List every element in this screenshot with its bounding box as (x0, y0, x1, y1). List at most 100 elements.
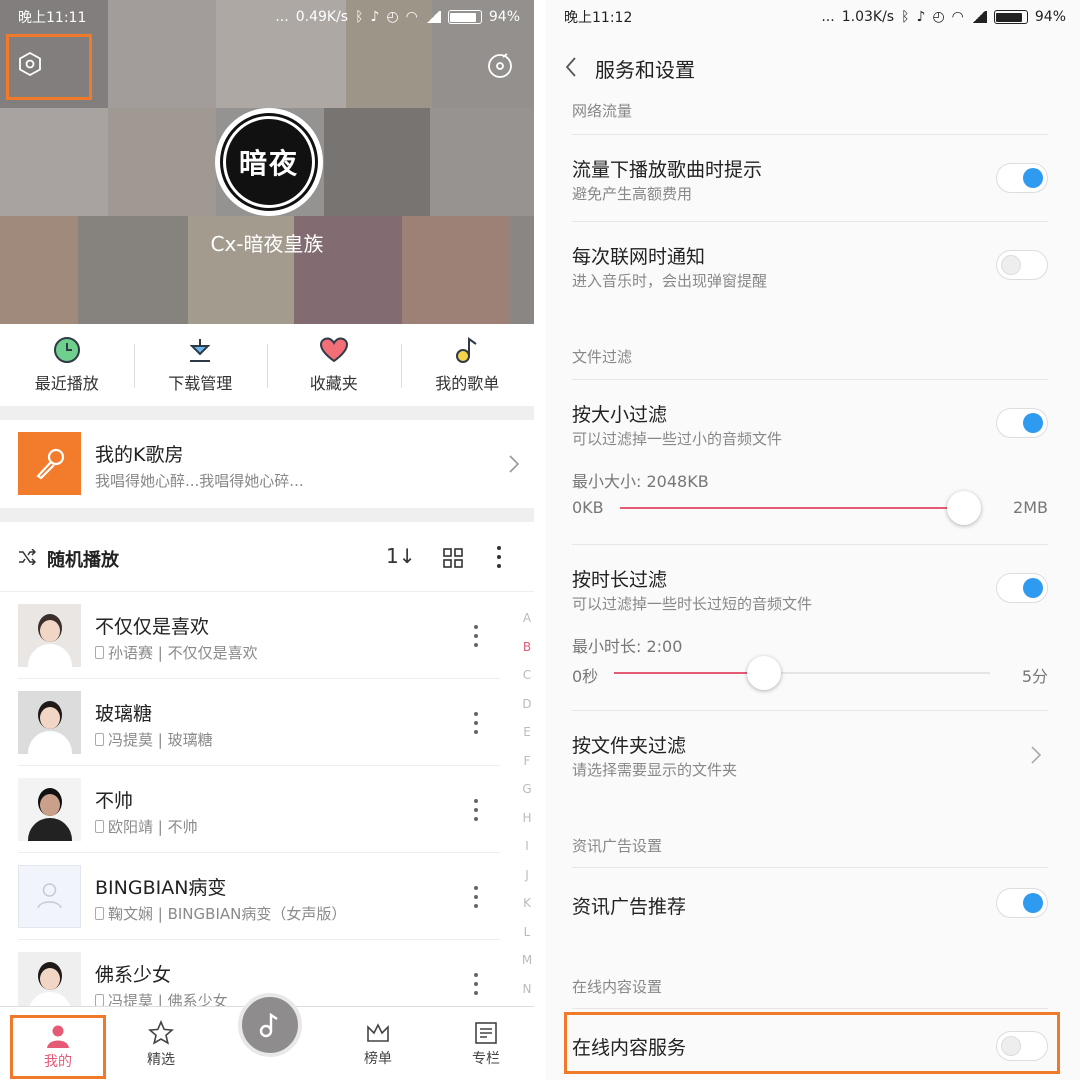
signal-icon (970, 11, 987, 23)
slider-thumb[interactable] (747, 656, 782, 690)
alphabet-letter[interactable]: J (525, 861, 529, 890)
slider-max-label: 5分 (1021, 667, 1048, 686)
setting-duration-filter[interactable]: 按时长过滤 可以过滤掉一些时长过短的音频文件 最小时长: 2:00 0秒 5分 (572, 544, 1048, 710)
alphabet-letter[interactable]: C (523, 661, 531, 690)
page-title: 服务和设置 (595, 58, 695, 82)
section-online: 在线内容设置 (572, 978, 663, 996)
song-row[interactable]: BINGBIAN病变 鞠文娴 | BINGBIAN病变（女声版） (0, 853, 534, 940)
setting-folder-filter[interactable]: 按文件夹过滤 请选择需要显示的文件夹 (572, 710, 1048, 796)
recent-play-button[interactable]: 最近播放 (0, 324, 134, 406)
more-vertical-icon[interactable] (470, 798, 482, 822)
disc-icon (488, 53, 512, 78)
profile-header: 晚上11:11 ... 0.49K/s ᛒ ♪ ◴ ◠ 94% 暗夜 Cx-暗夜… (0, 0, 534, 324)
traffic-prompt-toggle[interactable] (996, 163, 1048, 193)
k-song-room[interactable]: 我的K歌房 我唱得她心醉...我唱得她心碎... (0, 420, 534, 508)
favorites-button[interactable]: 收藏夹 (267, 324, 401, 406)
song-cover-placeholder (18, 865, 81, 928)
song-title: 不仅仅是喜欢 (95, 616, 210, 638)
alphabet-letter[interactable]: N (523, 975, 532, 1004)
alphabet-letter[interactable]: I (525, 832, 529, 861)
min-size-slider[interactable]: 0KB 2MB (572, 490, 1048, 526)
setting-title: 按文件夹过滤 (572, 735, 687, 757)
nav-featured[interactable]: 精选 (116, 1007, 206, 1080)
person-icon (47, 1025, 69, 1048)
setting-connect-notify[interactable]: 每次联网时通知 进入音乐时，会出现弹窗提醒 (572, 221, 1048, 307)
crown-icon (367, 1022, 389, 1042)
setting-traffic-prompt[interactable]: 流量下播放歌曲时提示 避免产生高额费用 (572, 134, 1048, 221)
quick-action-label: 收藏夹 (309, 374, 358, 393)
nav-label: 专栏 (472, 1050, 500, 1067)
alphabet-letter[interactable]: K (523, 889, 531, 918)
local-file-icon (95, 646, 104, 659)
slider-thumb[interactable] (947, 491, 981, 525)
nav-label: 精选 (147, 1051, 175, 1068)
sort-button[interactable]: 1↓ (386, 544, 415, 568)
alphabet-letter[interactable]: H (522, 804, 531, 833)
slider-min-label: 0KB (572, 498, 604, 517)
clock-icon (53, 337, 80, 363)
k-song-icon (18, 432, 81, 495)
ad-recommend-toggle[interactable] (996, 888, 1048, 918)
alphabet-letter[interactable]: E (523, 718, 531, 747)
song-cover (18, 604, 81, 667)
song-row[interactable]: 不帅 欧阳靖 | 不帅 (0, 766, 534, 853)
local-file-icon (95, 733, 104, 746)
avatar[interactable]: 暗夜 (215, 108, 323, 216)
size-filter-toggle[interactable] (996, 408, 1048, 438)
nav-charts[interactable]: 榜单 (333, 1007, 423, 1080)
heart-icon (319, 337, 348, 363)
nav-label: 我的 (44, 1053, 72, 1070)
setting-subtitle: 可以过滤掉一些过小的音频文件 (572, 430, 783, 448)
duration-filter-toggle[interactable] (996, 573, 1048, 603)
bottom-navigation: 我的 精选 榜单 专栏 (0, 993, 534, 1080)
now-playing-button[interactable] (238, 993, 302, 1057)
slider-fill (620, 507, 964, 509)
song-title: 不帅 (95, 790, 134, 812)
song-cover (18, 691, 81, 754)
more-vertical-icon[interactable] (470, 711, 482, 735)
connect-notify-toggle[interactable] (996, 250, 1048, 280)
slider-caption: 最小大小: 2048KB (572, 472, 709, 491)
setting-title: 按时长过滤 (572, 569, 668, 591)
section-ad: 资讯广告设置 (572, 837, 663, 855)
setting-ad-recommend[interactable]: 资讯广告推荐 (572, 867, 1048, 939)
alphabet-letter[interactable]: D (522, 690, 531, 719)
alphabet-letter[interactable]: B (523, 633, 531, 662)
setting-size-filter[interactable]: 按大小过滤 可以过滤掉一些过小的音频文件 最小大小: 2048KB 0KB 2M… (572, 379, 1048, 544)
network-speed: 0.49K/s (295, 9, 349, 25)
alphabet-letter[interactable]: L (524, 918, 531, 947)
alphabet-letter[interactable]: M (522, 946, 532, 975)
song-meta: 冯提莫 | 玻璃糖 (108, 731, 213, 749)
back-arrow-icon[interactable] (564, 56, 578, 78)
shuffle-play-button[interactable]: 随机播放 (47, 546, 119, 572)
setting-title: 按大小过滤 (572, 404, 668, 426)
download-manager-button[interactable]: 下载管理 (133, 324, 268, 406)
nav-columns[interactable]: 专栏 (441, 1007, 531, 1080)
song-title: 玻璃糖 (95, 703, 153, 725)
song-meta: 欧阳靖 | 不帅 (108, 818, 198, 836)
alphabet-index[interactable]: ABCDEFGHIJKLMN (520, 604, 534, 1003)
more-vertical-icon[interactable] (470, 885, 482, 909)
username[interactable]: Cx-暗夜皇族 (0, 228, 534, 257)
status-bar: 晚上11:12 ... 1.03K/s ᛒ ♪ ◴ ◠ 94% (546, 0, 1080, 34)
settings-button[interactable] (6, 34, 92, 100)
battery-icon (447, 10, 482, 24)
more-vertical-icon[interactable] (489, 544, 509, 570)
more-vertical-icon[interactable] (470, 972, 482, 996)
song-title: BINGBIAN病变 (95, 877, 227, 899)
music-recognition-button[interactable] (486, 52, 514, 80)
alphabet-letter[interactable]: A (523, 604, 531, 633)
grid-icon[interactable] (443, 548, 463, 568)
setting-title: 资讯广告推荐 (572, 896, 687, 918)
song-row[interactable]: 不仅仅是喜欢 孙语赛 | 不仅仅是喜欢 (0, 592, 534, 679)
alphabet-letter[interactable]: G (522, 775, 531, 804)
nav-label: 榜单 (364, 1050, 392, 1067)
status-time: 晚上11:12 (564, 10, 633, 26)
alphabet-letter[interactable]: F (524, 747, 531, 776)
song-row[interactable]: 玻璃糖 冯提莫 | 玻璃糖 (0, 679, 534, 766)
more-vertical-icon[interactable] (470, 624, 482, 648)
my-playlists-button[interactable]: 我的歌单 (400, 324, 535, 406)
status-time: 晚上11:11 (18, 10, 87, 26)
nav-mine[interactable]: 我的 (10, 1015, 106, 1079)
min-duration-slider[interactable]: 0秒 5分 (572, 655, 1048, 691)
